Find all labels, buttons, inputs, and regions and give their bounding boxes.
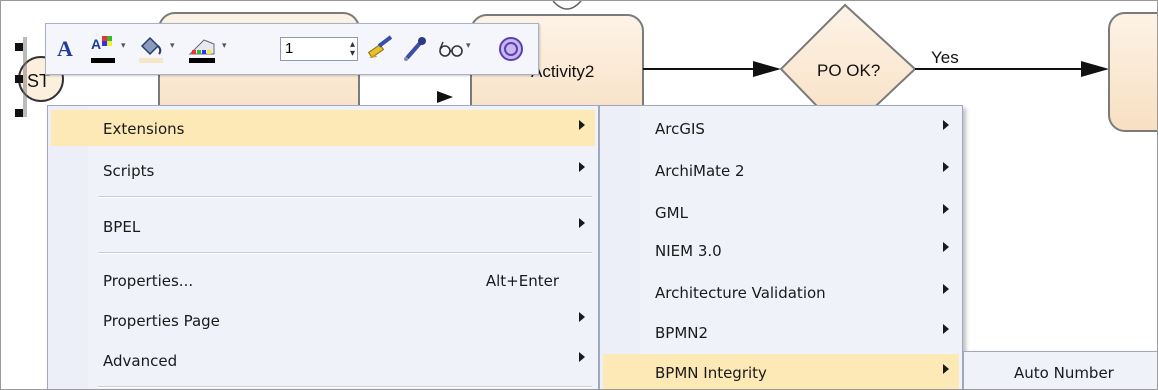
flow-activity2-to-decision[interactable] xyxy=(643,61,781,77)
spin-updown-icon[interactable]: ▴ ▾ xyxy=(350,40,355,59)
menu-item-properties[interactable]: Properties... Alt+Enter xyxy=(51,262,595,298)
submenu-arrow-icon xyxy=(943,284,949,294)
decision-label: PO OK? xyxy=(817,61,880,80)
properties-shortcut: Alt+Enter xyxy=(485,272,559,290)
flow-yes[interactable]: Yes xyxy=(915,48,1109,77)
bpmn-integrity-submenu: Auto Number xyxy=(963,351,1157,389)
fill-color-dropdown-icon[interactable]: ▾ xyxy=(170,41,175,51)
quick-format-toolbar: A A ▾ ▾ ▾ 1 ▴ ▾ ▾ xyxy=(45,23,539,75)
submenu-item-bpmn-integrity[interactable]: BPMN Integrity xyxy=(603,354,959,389)
font-color-dropdown-icon[interactable]: ▾ xyxy=(121,41,126,51)
submenu-arrow-icon xyxy=(579,120,585,130)
submenu-item-auto-number[interactable]: Auto Number xyxy=(966,354,1157,389)
line-color-icon[interactable] xyxy=(184,24,220,74)
diagram-window: ST Activity2 PO OK? Yes A A ▾ ▾ ▾ 1 ▴ ▾ … xyxy=(0,0,1158,390)
context-menu: Extensions Scripts BPEL Properties... Al… xyxy=(47,105,599,389)
line-width-stepper[interactable]: 1 ▴ ▾ xyxy=(280,37,358,61)
help-circle-icon[interactable] xyxy=(494,24,528,74)
submenu-item-niem[interactable]: NIEM 3.0 xyxy=(603,232,959,268)
menu-separator xyxy=(98,252,592,254)
extensions-submenu: ArcGIS ArchiMate 2 GML NIEM 3.0 Architec… xyxy=(599,105,963,389)
submenu-arrow-icon xyxy=(943,120,949,130)
submenu-arrow-icon xyxy=(943,162,949,172)
submenu-arrow-icon xyxy=(579,352,585,362)
menu-item-properties-page[interactable]: Properties Page xyxy=(51,302,595,338)
top-connector xyxy=(552,1,582,10)
font-color-icon[interactable]: A xyxy=(86,24,120,74)
submenu-item-bpmn2[interactable]: BPMN2 xyxy=(603,314,959,350)
submenu-item-gml[interactable]: GML xyxy=(603,194,959,230)
line-width-value[interactable]: 1 xyxy=(285,40,293,57)
line-color-dropdown-icon[interactable]: ▾ xyxy=(222,41,227,51)
glasses-dropdown-icon[interactable]: ▾ xyxy=(466,41,471,51)
menu-separator xyxy=(98,386,592,388)
svg-text:A: A xyxy=(91,36,101,52)
submenu-item-arcgis[interactable]: ArcGIS xyxy=(603,110,959,146)
menu-item-scripts[interactable]: Scripts xyxy=(51,152,595,188)
task-shape-right[interactable] xyxy=(1108,12,1157,132)
partial-arrowhead xyxy=(437,91,453,103)
submenu-arrow-icon xyxy=(579,162,585,172)
submenu-arrow-icon xyxy=(943,204,949,214)
submenu-arrow-icon xyxy=(943,242,949,252)
submenu-item-archimate[interactable]: ArchiMate 2 xyxy=(603,152,959,188)
activity2-label: Activity2 xyxy=(531,62,594,81)
selection-handles[interactable] xyxy=(15,37,27,117)
menu-item-advanced[interactable]: Advanced xyxy=(51,342,595,378)
glasses-icon[interactable] xyxy=(436,24,466,74)
menu-item-bpel[interactable]: BPEL xyxy=(51,208,595,244)
submenu-arrow-icon xyxy=(579,218,585,228)
eyedropper-icon[interactable] xyxy=(400,24,430,74)
submenu-item-architecture-validation[interactable]: Architecture Validation xyxy=(603,274,959,310)
submenu-arrow-icon xyxy=(579,312,585,322)
font-icon[interactable]: A xyxy=(52,24,78,74)
flow-yes-label: Yes xyxy=(931,48,959,67)
fill-color-icon[interactable] xyxy=(134,24,168,74)
menu-separator xyxy=(98,196,592,198)
submenu-arrow-icon xyxy=(943,324,949,334)
submenu-arrow-icon xyxy=(943,364,949,374)
menu-item-extensions[interactable]: Extensions xyxy=(51,110,595,146)
format-painter-icon[interactable] xyxy=(364,24,396,74)
